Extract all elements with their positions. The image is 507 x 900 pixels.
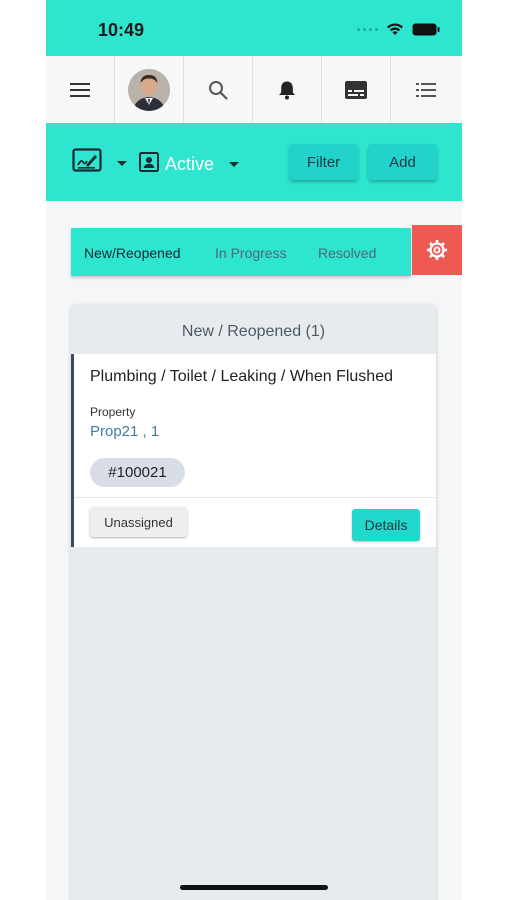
list-icon	[415, 82, 436, 97]
work-orders-panel: New / Reopened (1) Plumbing / Toilet / L…	[71, 305, 436, 900]
hamburger-menu-icon	[70, 82, 90, 97]
subtitles-icon	[345, 80, 367, 99]
panel-title: New / Reopened (1)	[181, 323, 326, 340]
status-filter-label[interactable]: Active	[165, 154, 214, 175]
app-screen: 10:49 Active Filter Add New/Reopened In …	[46, 0, 462, 900]
signature-icon	[72, 148, 102, 172]
status-time: 10:49	[98, 20, 145, 40]
battery-icon	[412, 23, 440, 35]
bell-icon	[279, 81, 295, 99]
settings-button[interactable]	[412, 225, 462, 275]
card-divider	[74, 497, 436, 498]
tab-resolved[interactable]: Resolved	[318, 245, 376, 261]
filter-button[interactable]: Filter	[289, 144, 358, 180]
search-button[interactable]	[184, 56, 253, 123]
status-bar: 10:49	[46, 0, 462, 56]
sign-dropdown[interactable]	[72, 148, 128, 176]
signal-icon	[357, 27, 378, 31]
add-button[interactable]: Add	[368, 144, 437, 180]
caret-down-icon	[117, 161, 127, 166]
details-button[interactable]: Details	[352, 509, 420, 541]
work-order-title: Plumbing / Toilet / Leaking / When Flush…	[90, 368, 393, 385]
home-indicator	[180, 885, 328, 890]
profile-button[interactable]	[115, 56, 184, 123]
assign-button[interactable]: Unassigned	[90, 507, 187, 537]
gear-icon	[426, 239, 448, 261]
caret-down-icon[interactable]	[228, 161, 240, 169]
notifications-button[interactable]	[253, 56, 322, 123]
status-dropdown[interactable]	[139, 152, 159, 172]
top-nav-bar	[46, 56, 462, 124]
status-tabs: New/Reopened In Progress Resolved	[71, 228, 411, 276]
search-icon	[209, 80, 228, 100]
menu-button[interactable]	[46, 56, 115, 123]
property-label: Property	[90, 405, 136, 419]
wifi-icon	[387, 23, 403, 35]
tab-in-progress[interactable]: In Progress	[215, 245, 287, 261]
avatar	[128, 68, 170, 111]
work-order-card[interactable]: Plumbing / Toilet / Leaking / When Flush…	[71, 354, 436, 547]
contact-card-icon	[139, 152, 159, 172]
tab-new-reopened[interactable]: New/Reopened	[84, 245, 181, 261]
property-value[interactable]: Prop21 , 1	[90, 423, 159, 440]
list-button[interactable]	[391, 56, 460, 123]
ticket-id-badge: #100021	[90, 458, 185, 487]
subtitles-button[interactable]	[322, 56, 391, 123]
status-icons	[357, 22, 440, 36]
